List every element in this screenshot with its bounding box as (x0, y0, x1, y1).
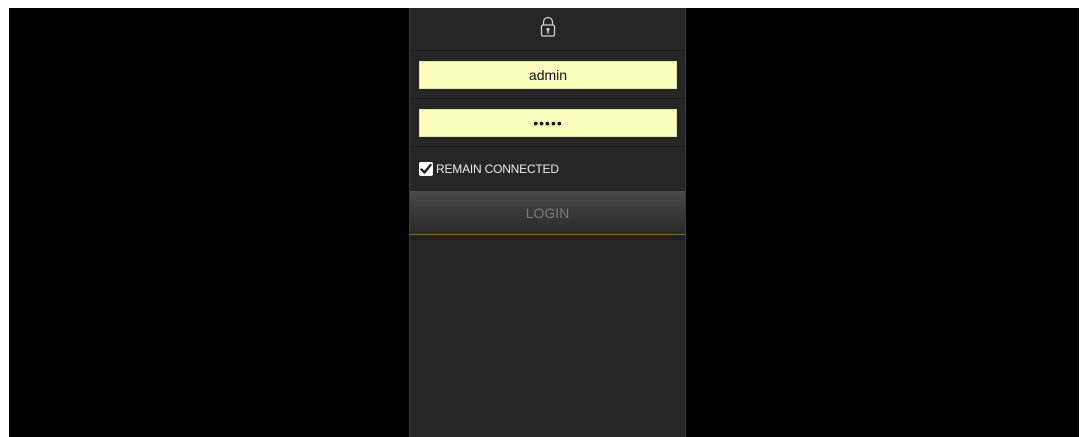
remember-label[interactable]: REMAIN CONNECTED (436, 162, 559, 176)
check-icon (420, 163, 432, 174)
login-button[interactable]: LOGIN (410, 191, 685, 235)
username-input[interactable] (419, 61, 677, 89)
password-input[interactable] (419, 109, 677, 137)
password-row (410, 99, 685, 147)
remember-row: REMAIN CONNECTED (410, 147, 685, 191)
lock-icon (540, 16, 556, 43)
login-panel: REMAIN CONNECTED LOGIN (409, 8, 686, 437)
page-background: REMAIN CONNECTED LOGIN (9, 8, 1079, 437)
divider (410, 235, 685, 240)
lock-header (410, 8, 685, 51)
username-row (410, 51, 685, 99)
remember-checkbox[interactable] (419, 162, 433, 176)
